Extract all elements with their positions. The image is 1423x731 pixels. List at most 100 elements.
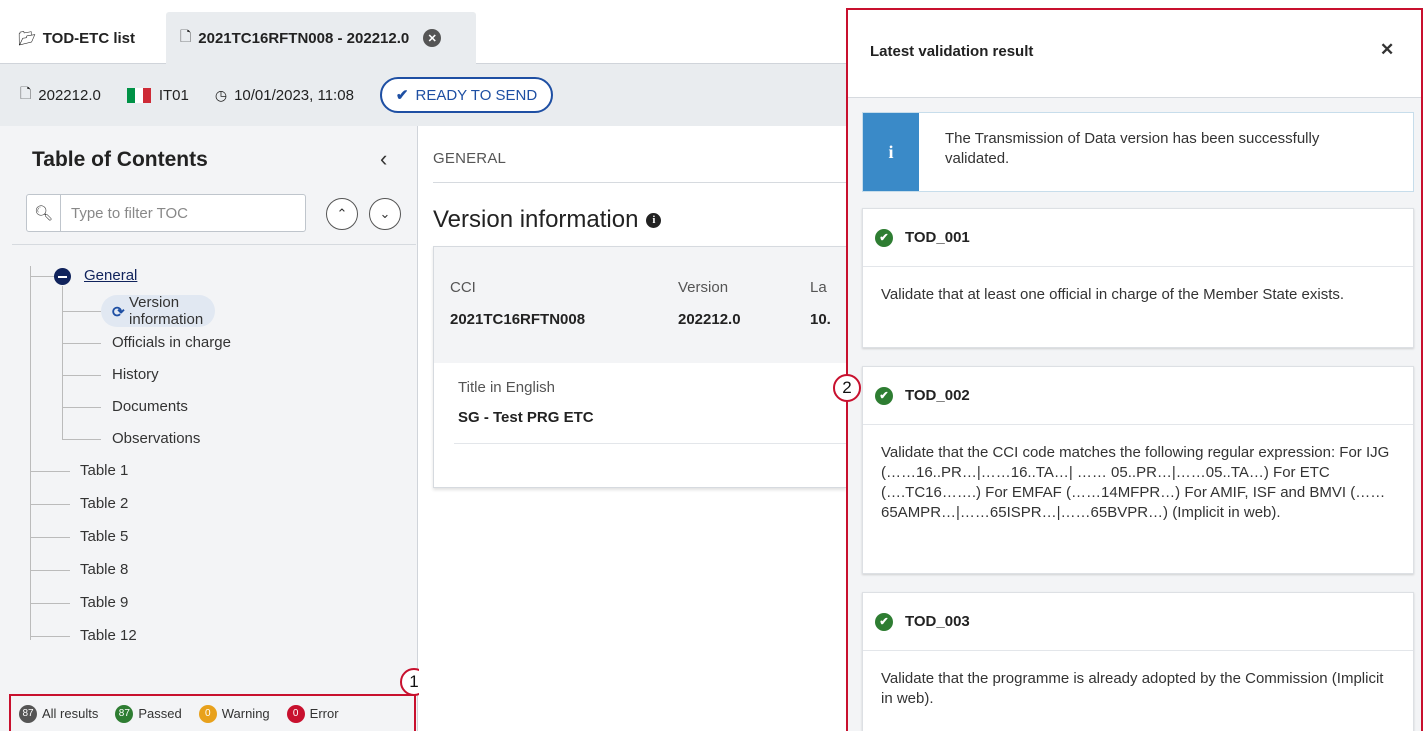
- check-circle-icon: ✔: [875, 612, 893, 631]
- cci-value: 2021TC16RFTN008: [450, 311, 586, 328]
- checkmark-icon: ✔: [395, 87, 409, 104]
- results-error[interactable]: 0 Error: [286, 704, 339, 723]
- check-circle-icon: ✔: [875, 228, 893, 247]
- rule-card-tod-003: ✔ TOD_003 Validate that the programme is…: [862, 592, 1414, 731]
- callout-2: 2: [833, 374, 861, 402]
- rule-description: Validate that the CCI code matches the f…: [881, 444, 1390, 521]
- tab-tod-etc-list[interactable]: 📂︎ TOD-ETC list: [18, 12, 135, 64]
- rule-header: ✔ TOD_003: [863, 593, 1413, 651]
- tab-label: TOD-ETC list: [42, 29, 136, 47]
- results-passed[interactable]: 87 Passed: [115, 704, 182, 723]
- validation-title: Latest validation result: [870, 43, 1034, 60]
- chevron-down-icon[interactable]: ⌄: [369, 198, 401, 230]
- cci-label: CCI: [450, 279, 476, 296]
- rule-card-tod-002: ✔ TOD_002 Validate that the CCI code mat…: [862, 366, 1414, 574]
- results-bar: 87 All results 87 Passed 0 Warning 0 Err…: [9, 694, 416, 731]
- close-icon[interactable]: ✕: [1380, 40, 1394, 60]
- toc-item-table-1[interactable]: Table 1: [80, 462, 128, 479]
- title-english-value: SG - Test PRG ETC: [458, 409, 594, 426]
- datetime-value: 10/01/2023, 11:08: [234, 86, 354, 104]
- chevron-up-icon[interactable]: ⌃: [326, 198, 358, 230]
- rule-code: TOD_002: [905, 387, 970, 404]
- toc-item-table-9[interactable]: Table 9: [80, 594, 128, 611]
- page-title-text: Version information: [433, 206, 639, 233]
- toc-item-table-8[interactable]: Table 8: [80, 561, 128, 578]
- status-label: READY TO SEND: [415, 86, 538, 104]
- tree-line: [62, 311, 101, 312]
- divider: [454, 443, 847, 444]
- collapse-sidebar-icon[interactable]: ‹: [380, 146, 387, 172]
- rule-code: TOD_003: [905, 613, 970, 630]
- info-icon[interactable]: i: [646, 212, 662, 228]
- country-code: IT01: [158, 86, 189, 104]
- tree-line: [30, 471, 70, 472]
- tree-line: [30, 537, 70, 538]
- version-card-header: CCI 2021TC16RFTN008 Version 202212.0 La …: [434, 247, 846, 363]
- tree-line: [30, 570, 70, 571]
- toc-item-table-5[interactable]: Table 5: [80, 528, 128, 545]
- toc-sidebar: Table of Contents ‹ 🔍︎ ⌃ ⌄ General ⟳ Ver…: [0, 126, 418, 731]
- breadcrumb: GENERAL: [433, 150, 507, 167]
- country-info: IT01: [126, 86, 189, 104]
- clock-icon: ◷: [214, 86, 228, 103]
- version-label: Version: [678, 279, 729, 296]
- check-circle-icon: ✔: [875, 386, 893, 405]
- rule-code: TOD_001: [905, 229, 970, 246]
- count-badge: 0: [286, 704, 305, 723]
- folder-open-icon: 📂︎: [18, 29, 36, 46]
- datetime-info: ◷ 10/01/2023, 11:08: [215, 87, 354, 104]
- page-title: Version information i: [433, 206, 662, 234]
- toc-item-table-12[interactable]: Table 12: [80, 627, 137, 644]
- last-label: La: [810, 279, 827, 296]
- rule-card-tod-001: ✔ TOD_001 Validate that at least one off…: [862, 208, 1414, 348]
- version-info: 🗋︎ 202212.0: [20, 83, 101, 107]
- toc-item-label: Version information: [129, 294, 204, 328]
- tab-active-tod[interactable]: 🗋︎ 2021TC16RFTN008 - 202212.0 ✕: [166, 12, 476, 64]
- tree-line: [62, 343, 101, 344]
- toc-title: Table of Contents: [32, 148, 208, 171]
- validation-panel: Latest validation result ✕ i The Transmi…: [846, 8, 1423, 731]
- tree-line: [62, 439, 101, 440]
- count-badge: 87: [115, 704, 134, 723]
- toc-item-table-2[interactable]: Table 2: [80, 495, 128, 512]
- info-icon: i: [863, 113, 919, 191]
- title-english-label: Title in English: [458, 379, 555, 396]
- tree-line: [30, 636, 70, 637]
- tree-line: [62, 375, 101, 376]
- results-label: Passed: [138, 706, 182, 721]
- status-button[interactable]: ✔ READY TO SEND: [379, 77, 554, 113]
- toc-item-documents[interactable]: Documents: [112, 398, 188, 415]
- file-icon: 🗋︎: [180, 28, 192, 44]
- tree-line: [30, 504, 70, 505]
- validation-header: Latest validation result ✕: [848, 10, 1421, 98]
- toc-item-version-information[interactable]: ⟳ Version information: [101, 294, 216, 328]
- info-alert: i The Transmission of Data version has b…: [862, 112, 1414, 192]
- results-all[interactable]: 87 All results: [19, 704, 98, 723]
- close-tab-icon[interactable]: ✕: [423, 29, 442, 47]
- info-bar: 🗋︎ 202212.0 IT01 ◷ 10/01/2023, 11:08 ✔ R…: [0, 64, 846, 126]
- results-warning[interactable]: 0 Warning: [198, 704, 270, 723]
- main-content: GENERAL Version information i CCI 2021TC…: [419, 126, 847, 731]
- toc-item-general[interactable]: General: [84, 267, 137, 284]
- collapse-minus-icon[interactable]: [54, 268, 71, 285]
- count-badge: 0: [198, 704, 217, 723]
- count-badge: 87: [19, 704, 37, 723]
- version-card: CCI 2021TC16RFTN008 Version 202212.0 La …: [433, 246, 847, 488]
- results-label: Warning: [221, 706, 270, 721]
- search-icon: 🔍︎: [27, 195, 61, 231]
- tree-line: [30, 603, 70, 604]
- tree-line: [62, 407, 101, 408]
- rule-header: ✔ TOD_002: [863, 367, 1413, 425]
- toc-item-history[interactable]: History: [112, 366, 159, 383]
- sync-icon: ⟳: [112, 304, 125, 321]
- toc-item-observations[interactable]: Observations: [112, 430, 200, 447]
- alert-text: The Transmission of Data version has bee…: [945, 130, 1320, 167]
- toc-filter: 🔍︎: [26, 194, 306, 232]
- version-value: 202212.0: [38, 86, 101, 104]
- italy-flag-icon: [126, 87, 151, 103]
- toc-filter-input[interactable]: [61, 204, 291, 222]
- tab-label: 2021TC16RFTN008 - 202212.0: [198, 29, 410, 47]
- divider: [433, 182, 846, 183]
- results-label: Error: [309, 706, 339, 721]
- toc-item-officials-in-charge[interactable]: Officials in charge: [112, 334, 231, 351]
